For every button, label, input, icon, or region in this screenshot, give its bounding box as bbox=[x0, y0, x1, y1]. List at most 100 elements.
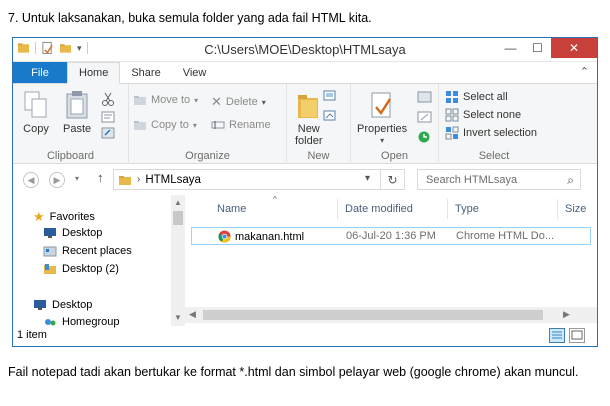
edit-icon[interactable] bbox=[417, 110, 433, 124]
move-to-label: Move to bbox=[151, 94, 191, 106]
address-bar[interactable]: › HTMLsaya ▾ ↻ bbox=[113, 169, 405, 190]
cut-icon[interactable] bbox=[101, 92, 115, 106]
tab-share[interactable]: Share bbox=[120, 62, 171, 83]
rename-label: Rename bbox=[229, 119, 271, 131]
new-folder-label-2: folder bbox=[295, 135, 323, 147]
file-list-scrollbar[interactable]: ◀ ▶ bbox=[185, 307, 597, 323]
search-input[interactable]: Search HTMLsaya ⌕ bbox=[417, 169, 581, 190]
tab-file[interactable]: File bbox=[13, 62, 67, 83]
minimize-button[interactable]: — bbox=[497, 38, 524, 58]
history-icon[interactable] bbox=[417, 130, 433, 144]
copy-label: Copy bbox=[23, 123, 49, 135]
paste-button[interactable]: Paste bbox=[63, 90, 91, 135]
nav-favorites[interactable]: ★ Favorites bbox=[33, 209, 95, 225]
delete-button[interactable]: ✕ Delete ▾ bbox=[211, 94, 266, 110]
file-scroll-thumb[interactable] bbox=[203, 310, 543, 320]
paste-shortcut-icon[interactable] bbox=[101, 127, 115, 139]
refresh-icon[interactable]: ↻ bbox=[380, 170, 404, 189]
folder-icon bbox=[44, 264, 56, 274]
up-button[interactable]: ↑ bbox=[97, 170, 104, 185]
scroll-right-icon[interactable]: ▶ bbox=[563, 309, 570, 320]
table-row[interactable]: makanan.html 06-Jul-20 1:36 PM Chrome HT… bbox=[191, 227, 591, 245]
copy-path-icon[interactable] bbox=[101, 111, 115, 123]
back-button[interactable]: ◀ bbox=[23, 172, 39, 188]
breadcrumb[interactable]: HTMLsaya bbox=[145, 174, 201, 186]
tab-view[interactable]: View bbox=[172, 62, 218, 83]
folder-icon bbox=[119, 175, 131, 185]
move-to-button[interactable]: Move to ▾ bbox=[133, 94, 198, 106]
delete-label: Delete bbox=[225, 96, 258, 108]
search-icon[interactable]: ⌕ bbox=[567, 173, 574, 188]
file-name-label: makanan.html bbox=[235, 230, 305, 243]
easy-access-icon[interactable] bbox=[323, 110, 339, 124]
new-folder-button[interactable]: New folder bbox=[295, 90, 323, 147]
select-all-label: Select all bbox=[463, 91, 508, 103]
new-group-label: New bbox=[307, 150, 330, 162]
nav-recent-places-label: Recent places bbox=[62, 245, 132, 257]
open-group-label: Open bbox=[381, 150, 408, 162]
rename-button[interactable]: Rename bbox=[211, 119, 271, 131]
scroll-down-icon[interactable]: ▼ bbox=[174, 313, 182, 322]
nav-recent-places[interactable]: Recent places bbox=[43, 245, 132, 257]
select-all-icon bbox=[446, 91, 458, 103]
tab-home[interactable]: Home bbox=[67, 62, 121, 84]
select-none-icon bbox=[445, 108, 459, 122]
select-all-button[interactable]: Select all bbox=[445, 90, 508, 104]
ribbon-tabs: File Home Share View ⌃ bbox=[13, 62, 597, 84]
file-list: ^ Name Date modified Type Size makanan.h… bbox=[185, 195, 597, 326]
nav-desktop-root[interactable]: Desktop bbox=[33, 299, 92, 311]
clipboard-group: Copy Paste Clipboard bbox=[13, 84, 129, 164]
invert-selection-icon bbox=[445, 126, 459, 140]
address-dropdown-icon[interactable]: ▾ bbox=[365, 173, 370, 184]
explanation-text: Fail notepad tadi akan bertukar ke forma… bbox=[8, 365, 579, 379]
recent-places-icon bbox=[43, 246, 57, 257]
maximize-button[interactable]: ☐ bbox=[524, 38, 551, 58]
status-bar: 1 item bbox=[13, 326, 597, 346]
details-view-icon bbox=[552, 331, 562, 339]
file-name-cell[interactable]: makanan.html bbox=[218, 230, 304, 243]
breadcrumb-chevron-icon[interactable]: › bbox=[137, 174, 140, 185]
new-folder-label: New bbox=[297, 123, 320, 135]
expand-ribbon-icon[interactable]: ⌃ bbox=[580, 65, 589, 78]
copy-to-label: Copy to bbox=[151, 119, 189, 131]
select-none-button[interactable]: Select none bbox=[445, 108, 521, 122]
sort-ascending-icon: ^ bbox=[273, 195, 277, 204]
invert-selection-button[interactable]: Invert selection bbox=[445, 126, 537, 140]
close-button[interactable]: ✕ bbox=[551, 38, 597, 58]
instruction-text: 7. Untuk laksanakan, buka semula folder … bbox=[8, 11, 372, 25]
paste-label: Paste bbox=[63, 123, 92, 135]
recent-locations-icon[interactable]: ▾ bbox=[75, 174, 79, 183]
copy-button[interactable]: Copy bbox=[23, 90, 49, 135]
nav-desktop-2[interactable]: Desktop (2) bbox=[43, 263, 119, 275]
delete-icon: ✕ bbox=[211, 94, 222, 109]
column-type[interactable]: Type bbox=[455, 203, 479, 215]
nav-scrollbar[interactable]: ▲ ▼ bbox=[171, 195, 185, 326]
column-name[interactable]: Name bbox=[217, 203, 246, 215]
nav-favorites-label: Favorites bbox=[49, 211, 95, 223]
paste-icon bbox=[66, 91, 88, 119]
item-count: 1 item bbox=[17, 329, 47, 341]
details-view-button[interactable] bbox=[549, 328, 565, 343]
new-item-icon[interactable] bbox=[323, 90, 339, 104]
nav-desktop[interactable]: Desktop bbox=[43, 227, 102, 239]
nav-scroll-thumb[interactable] bbox=[173, 211, 183, 225]
column-size[interactable]: Size bbox=[565, 203, 586, 215]
rename-icon bbox=[211, 121, 225, 129]
scroll-up-icon[interactable]: ▲ bbox=[174, 198, 182, 207]
properties-button[interactable]: Properties ▾ bbox=[357, 90, 407, 147]
content-area: ★ Favorites Desktop Recent places Deskto… bbox=[13, 195, 597, 328]
forward-button[interactable]: ▶ bbox=[49, 172, 65, 188]
column-date-modified[interactable]: Date modified bbox=[345, 203, 413, 215]
address-row: ◀ ▶ ▾ ↑ › HTMLsaya ▾ ↻ Search HTMLsaya ⌕ bbox=[13, 164, 597, 194]
search-placeholder: Search HTMLsaya bbox=[426, 173, 518, 186]
open-icon[interactable] bbox=[417, 90, 433, 104]
organize-group-label: Organize bbox=[185, 150, 230, 162]
desktop-icon bbox=[44, 228, 56, 238]
select-none-label: Select none bbox=[463, 109, 522, 121]
new-group: New folder New bbox=[287, 84, 351, 164]
copy-to-button[interactable]: Copy to ▾ bbox=[133, 119, 197, 131]
select-group-label: Select bbox=[478, 150, 510, 162]
large-icons-view-button[interactable] bbox=[569, 328, 585, 343]
invert-selection-label: Invert selection bbox=[463, 127, 537, 139]
scroll-left-icon[interactable]: ◀ bbox=[189, 309, 196, 320]
